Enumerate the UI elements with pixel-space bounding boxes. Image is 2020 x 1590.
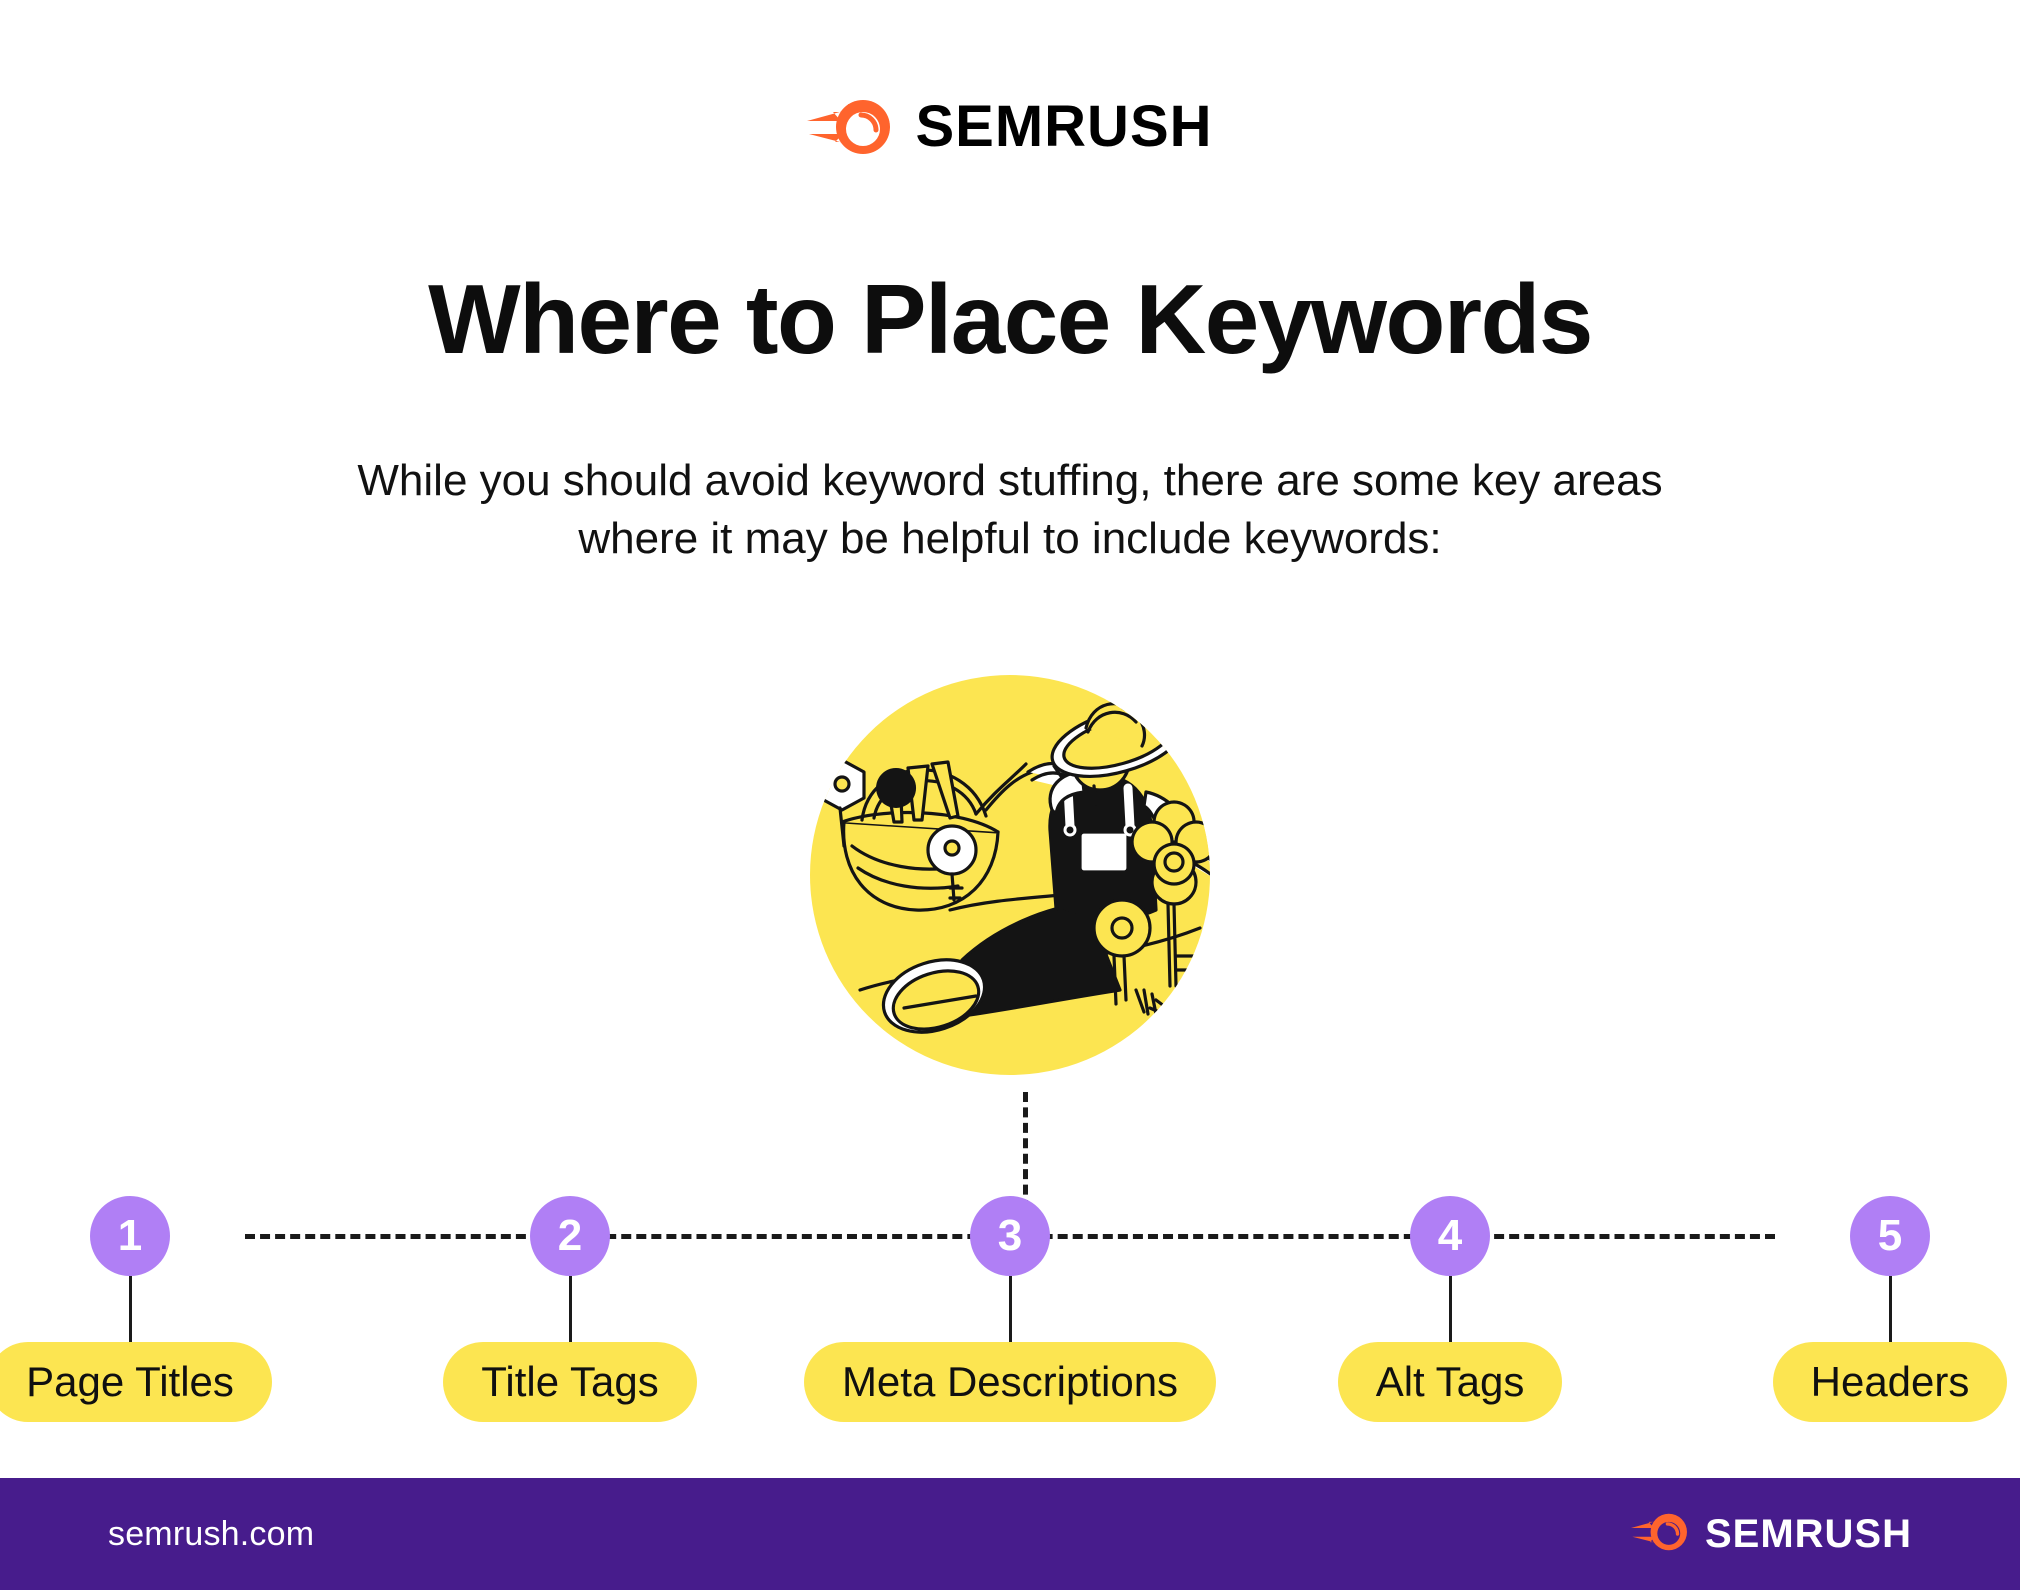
semrush-comet-icon <box>1630 1511 1689 1558</box>
keyword-placement-timeline: 1 Page Titles 2 Title Tags 3 Meta Descri… <box>0 1196 2020 1456</box>
step-number-badge-2: 2 <box>530 1196 610 1276</box>
header-logo-wordmark: SEMRUSH <box>915 94 1213 159</box>
step-number-badge-3: 3 <box>970 1196 1050 1276</box>
semrush-comet-icon <box>807 96 893 158</box>
footer-logo-wordmark: SEMRUSH <box>1704 1512 1912 1556</box>
step-label-pill-2[interactable]: Title Tags <box>443 1342 697 1422</box>
illustration-to-step3-connector <box>1023 1092 1028 1210</box>
infographic-page: SEMRUSH Where to Place Keywords While yo… <box>0 0 2020 1590</box>
page-subtitle: While you should avoid keyword stuffing,… <box>357 456 1663 564</box>
step-number-badge-5: 5 <box>1850 1196 1930 1276</box>
step-label-pill-1[interactable]: Page Titles <box>0 1342 272 1422</box>
step-label-pill-5[interactable]: Headers <box>1772 1342 2008 1422</box>
step-number-badge-1: 1 <box>90 1196 170 1276</box>
page-title: Where to Place Keywords <box>428 264 1593 374</box>
step-stem-1 <box>128 1276 132 1342</box>
footer-website-url[interactable]: semrush.com <box>108 1515 314 1554</box>
step-stem-4 <box>1448 1276 1452 1342</box>
step-stem-2 <box>568 1276 572 1342</box>
step-stem-5 <box>1888 1276 1892 1342</box>
step-number-badge-4: 4 <box>1410 1196 1490 1276</box>
footer-bar: semrush.com SEMRUSH <box>0 1478 2020 1590</box>
step-label-pill-4[interactable]: Alt Tags <box>1337 1342 1563 1422</box>
gardener-with-key-basket-illustration <box>800 660 1220 1090</box>
header-brand-logo: SEMRUSH <box>0 96 2020 158</box>
footer-brand-logo[interactable]: SEMRUSH <box>1630 1511 1912 1558</box>
step-stem-3 <box>1008 1276 1012 1342</box>
step-label-pill-3[interactable]: Meta Descriptions <box>803 1342 1217 1422</box>
